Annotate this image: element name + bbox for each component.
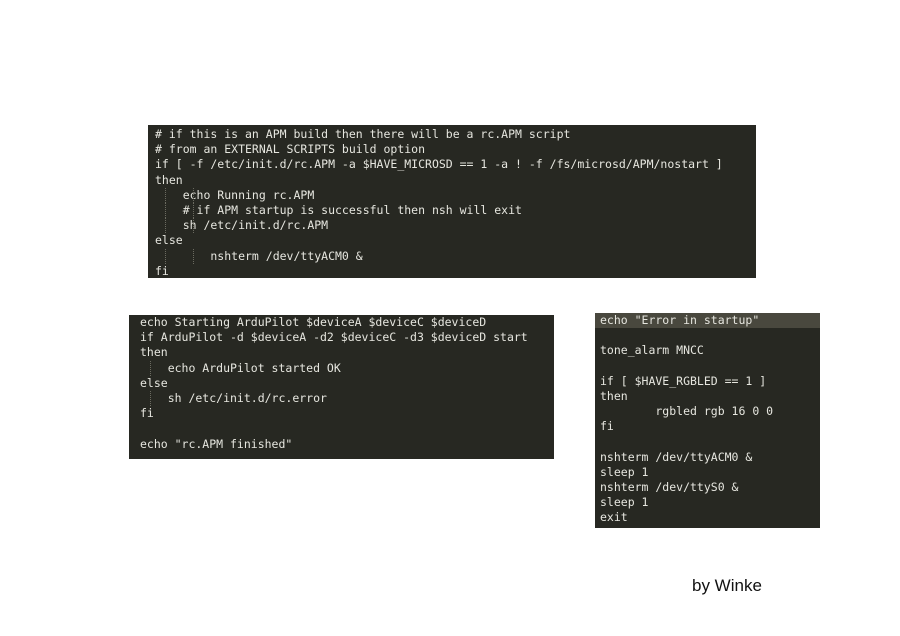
indent-guide: [165, 187, 166, 203]
code-editor-panel-ardupilot-start: echo Starting ArduPilot $deviceA $device…: [129, 315, 554, 459]
indent-guide: [193, 218, 194, 234]
indent-guide: [193, 202, 194, 219]
code-line: tone_alarm MNCC: [600, 343, 704, 358]
indent-guide: [165, 218, 166, 234]
code-line: sh /etc/init.d/rc.APM: [155, 218, 329, 234]
code-line: fi: [155, 263, 169, 278]
indent-guide: [165, 202, 166, 219]
code-line: if [ -f /etc/init.d/rc.APM -a $HAVE_MICR…: [155, 157, 723, 172]
code-line: fi: [600, 419, 614, 434]
code-line: echo Starting ArduPilot $deviceA $device…: [140, 315, 487, 329]
indent-guide: [193, 187, 194, 203]
code-line: sleep 1: [600, 464, 649, 479]
code-line: if [ $HAVE_RGBLED == 1 ]: [600, 373, 767, 388]
code-editor-panel-error-handler: echo "Error in startup" tone_alarm MNCC if…: [595, 313, 820, 528]
code-line: # from an EXTERNAL SCRIPTS build option: [155, 142, 426, 157]
code-line: nshterm /dev/ttyACM0 &: [155, 248, 363, 264]
code-line: if ArduPilot -d $deviceA -d2 $deviceC -d…: [140, 330, 528, 345]
code-line: exit: [600, 510, 628, 525]
code-line: # if this is an APM build then there wil…: [155, 127, 571, 141]
code-line: then: [140, 345, 168, 360]
code-line: echo ArduPilot started OK: [140, 360, 341, 376]
code-line: # if APM startup is successful then nsh …: [155, 202, 522, 219]
indent-guide: [150, 360, 151, 376]
author-signature: by Winke: [692, 576, 762, 595]
indent-guide: [150, 390, 151, 407]
indent-guide: [165, 248, 166, 264]
code-line: else: [155, 233, 183, 248]
code-line: nshterm /dev/ttyACM0 &: [600, 449, 753, 464]
code-line: echo Running rc.APM: [155, 187, 315, 203]
indent-guide: [193, 248, 194, 264]
code-editor-panel-apm-startup: # if this is an APM build then there wil…: [148, 125, 756, 278]
code-line: nshterm /dev/ttyS0 &: [600, 480, 739, 495]
code-line: sleep 1: [600, 495, 649, 510]
code-line: else: [140, 375, 168, 390]
code-line: fi: [140, 406, 154, 421]
code-line: rgbled rgb 16 0 0: [600, 404, 774, 419]
code-line: then: [600, 388, 628, 403]
code-line: echo "rc.APM finished": [140, 436, 293, 451]
code-line: echo "Error in startup": [595, 313, 820, 329]
code-line: then: [155, 172, 183, 187]
code-line: sh /etc/init.d/rc.error: [140, 390, 327, 407]
